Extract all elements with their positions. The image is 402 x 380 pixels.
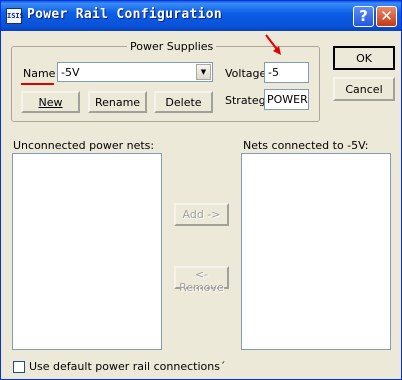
default-connections-checkbox[interactable] (13, 361, 25, 373)
default-connections-label: Use default power rail connections´ (29, 360, 226, 373)
cancel-button-label: Cancel (345, 82, 383, 96)
name-combobox[interactable]: -5V ▼ (57, 62, 213, 82)
title-bar[interactable]: ISIS Power Rail Configuration ? ✕ (1, 1, 401, 31)
power-rail-dialog: ISIS Power Rail Configuration ? ✕ Power … (0, 0, 402, 380)
power-supplies-group-title: Power Supplies (127, 40, 217, 53)
voltage-label: Voltage (225, 67, 267, 80)
connected-nets-list[interactable] (241, 153, 391, 350)
remove-button-label: <- Remove (179, 268, 224, 294)
name-label: Name (23, 67, 56, 80)
name-label-underline (21, 83, 54, 85)
new-button-label: New (38, 95, 63, 109)
connected-nets-label: Nets connected to -5V: (243, 139, 369, 152)
ok-button[interactable]: OK (333, 46, 395, 70)
app-icon: ISIS (6, 8, 24, 24)
close-button[interactable]: ✕ (376, 6, 397, 27)
new-button[interactable]: New (21, 91, 80, 113)
cancel-button[interactable]: Cancel (333, 77, 395, 101)
rename-button[interactable]: Rename (88, 91, 147, 113)
window-title: Power Rail Configuration (27, 7, 223, 22)
voltage-input[interactable]: -5 (264, 62, 309, 83)
annotation-arrow-icon (265, 34, 281, 55)
unconnected-nets-list[interactable] (12, 153, 162, 350)
name-combobox-value: -5V (61, 66, 80, 79)
help-button[interactable]: ? (353, 6, 374, 27)
remove-button[interactable]: <- Remove (174, 266, 229, 294)
strategy-label: Strateg (225, 94, 266, 107)
chevron-down-icon[interactable]: ▼ (196, 64, 211, 80)
delete-button[interactable]: Delete (154, 91, 213, 113)
rename-button-label: Rename (94, 95, 141, 109)
add-button-label: Add -> (182, 208, 221, 221)
delete-button-label: Delete (165, 95, 202, 109)
unconnected-nets-label: Unconnected power nets: (13, 139, 155, 152)
ok-button-label: OK (356, 51, 372, 65)
add-button[interactable]: Add -> (174, 203, 229, 226)
strategy-input[interactable]: POWER (264, 89, 309, 110)
